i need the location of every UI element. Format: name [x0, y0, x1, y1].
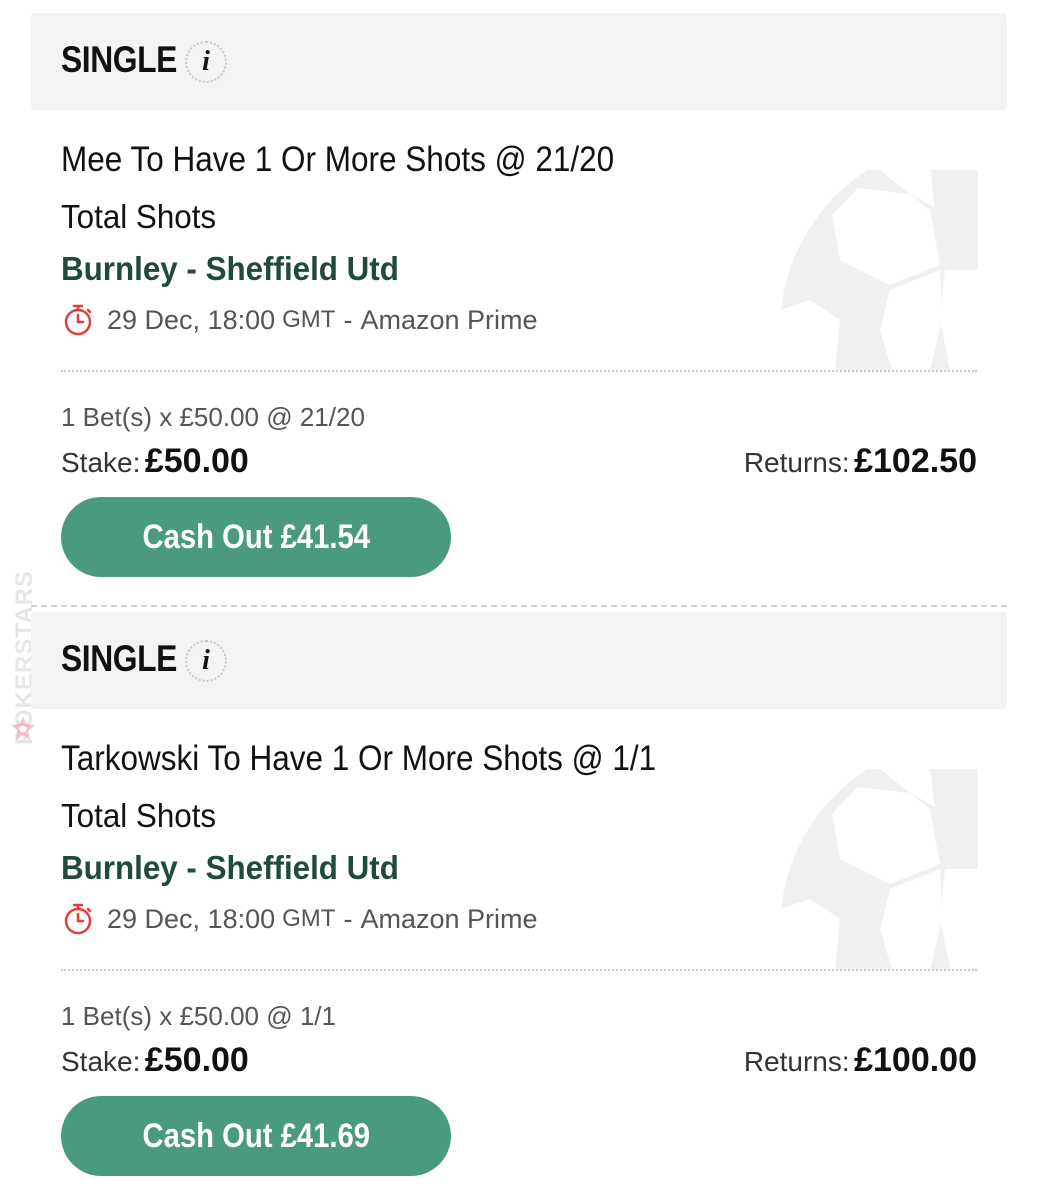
returns-value: £102.50 [854, 442, 977, 480]
event-meta: 29 Dec, 18:00 GMT - Amazon Prime [61, 300, 538, 340]
bet-type-label: SINGLE [61, 39, 177, 80]
bet-type-label: SINGLE [61, 638, 177, 679]
stake-label: Stake: [61, 447, 141, 478]
broadcast-channel: Amazon Prime [360, 903, 538, 934]
cash-out-button[interactable]: Cash Out £41.54 [61, 497, 451, 577]
bet-summary: 1 Bet(s) x £50.00 @ 21/20 [61, 402, 365, 432]
event-name[interactable]: Burnley - Sheffield Utd [61, 849, 399, 887]
broadcast-channel: Amazon Prime [360, 304, 538, 335]
returns-label: Returns: [743, 447, 850, 478]
cash-out-button[interactable]: Cash Out £41.69 [61, 1096, 451, 1176]
stopwatch-icon [64, 903, 92, 935]
cash-out-label: Cash Out £41.69 [142, 1116, 370, 1155]
market-name: Total Shots [61, 198, 217, 235]
stake-value: £50.00 [144, 1041, 249, 1079]
event-datetime: 29 Dec, 18:00 [107, 903, 276, 934]
bet-header: SINGLE i [31, 13, 1007, 110]
returns: Returns: £100.00 [744, 1041, 977, 1080]
dotted-divider [61, 969, 977, 971]
cash-out-label: Cash Out £41.54 [142, 517, 370, 556]
stake-label: Stake: [61, 1046, 141, 1077]
market-name: Total Shots [61, 797, 217, 834]
selection-title: Mee To Have 1 Or More Shots @ 21/20 [61, 140, 615, 179]
info-icon[interactable]: i [185, 41, 227, 83]
stopwatch-icon [64, 304, 92, 336]
returns-value: £100.00 [854, 1041, 977, 1079]
stake: Stake: £50.00 [61, 1041, 249, 1080]
dotted-divider [61, 370, 977, 372]
event-name[interactable]: Burnley - Sheffield Utd [61, 250, 399, 288]
meta-separator: - [343, 903, 353, 934]
football-watermark-icon [780, 769, 978, 969]
bet-card: SINGLE i Tarkowski To Have 1 Or More Sho… [0, 599, 1038, 1199]
info-icon[interactable]: i [185, 640, 227, 682]
returns-label: Returns: [743, 1046, 850, 1077]
bet-header: SINGLE i [31, 612, 1007, 709]
bet-card: SINGLE i Mee To Have 1 Or More Shots @ 2… [0, 0, 1038, 607]
event-timezone: GMT [282, 905, 336, 932]
returns: Returns: £102.50 [744, 442, 977, 481]
event-timezone: GMT [282, 306, 336, 333]
football-watermark-icon [780, 170, 978, 370]
stake-value: £50.00 [144, 442, 249, 480]
event-datetime: 29 Dec, 18:00 [107, 304, 276, 335]
meta-separator: - [343, 304, 353, 335]
bet-summary: 1 Bet(s) x £50.00 @ 1/1 [61, 1001, 336, 1031]
event-meta: 29 Dec, 18:00 GMT - Amazon Prime [61, 899, 538, 939]
selection-title: Tarkowski To Have 1 Or More Shots @ 1/1 [61, 739, 657, 778]
stake: Stake: £50.00 [61, 442, 249, 481]
